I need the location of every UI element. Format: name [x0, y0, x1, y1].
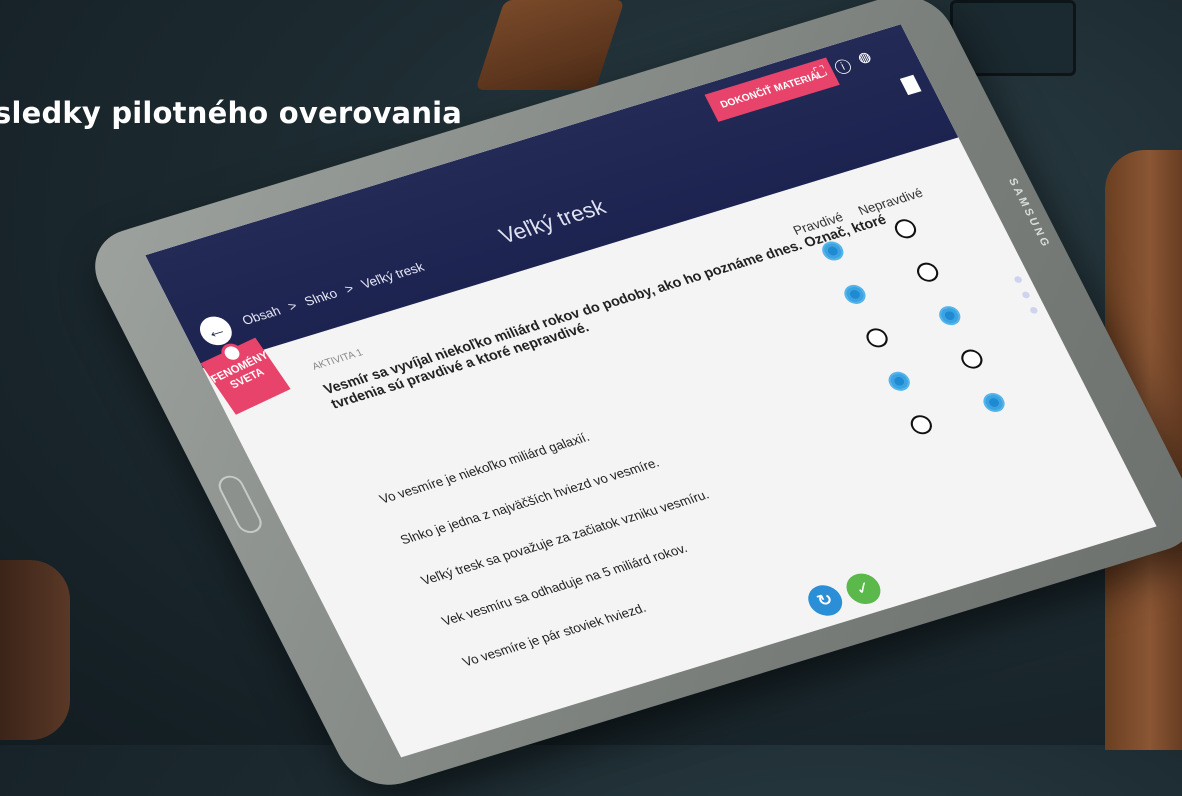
- reset-button[interactable]: ↻: [802, 581, 848, 620]
- tablet-screen: DOKONČIŤ MATERIÁL ⛶ⓘ◍ ← Obsah > Slnko > …: [145, 24, 1157, 758]
- breadcrumb-item[interactable]: Slnko: [302, 286, 340, 309]
- radio-false-4[interactable]: [957, 347, 987, 372]
- breadcrumb-sep: >: [342, 280, 357, 297]
- statement-2: Slnko je jedna z najväčších hviezd vo ve…: [397, 455, 662, 548]
- refresh-icon: ↻: [813, 589, 837, 612]
- page-title: Veľký tresk: [494, 194, 610, 249]
- radio-false-5[interactable]: [979, 390, 1009, 415]
- breadcrumb-sep: >: [285, 298, 300, 314]
- radio-true-3[interactable]: [862, 325, 892, 350]
- breadcrumb-item: Veľký tresk: [358, 259, 427, 292]
- page-dots: [1013, 275, 1043, 323]
- bag-leather-corner: [0, 560, 70, 740]
- radio-false-2[interactable]: [913, 260, 942, 285]
- radio-false-3[interactable]: [935, 303, 964, 328]
- radio-true-5[interactable]: [907, 412, 936, 437]
- radio-true-4[interactable]: [885, 369, 914, 394]
- breadcrumb-item[interactable]: Obsah: [239, 303, 283, 328]
- home-key[interactable]: [214, 472, 266, 536]
- statement-4: Vek vesmíru sa odhaduje na 5 miliárd rok…: [439, 540, 690, 629]
- bag-leather-patch: [475, 0, 625, 90]
- toolbar-icons: ⛶ⓘ◍: [812, 46, 885, 81]
- brand-label: SAMSUNG: [1005, 176, 1053, 251]
- check-icon: ✓: [852, 577, 875, 600]
- check-button[interactable]: ✓: [840, 569, 887, 608]
- radio-true-2[interactable]: [840, 282, 870, 307]
- bookmark-icon[interactable]: [899, 74, 922, 96]
- page-headline: sledky pilotného overovania: [0, 96, 463, 130]
- activity-label: AKTIVITA 1: [310, 347, 365, 373]
- page-dot[interactable]: [1028, 306, 1039, 315]
- page-dot[interactable]: [1013, 275, 1024, 284]
- statement-3: Veľký tresk sa považuje za začiatok vzni…: [418, 486, 712, 588]
- page-dot[interactable]: [1021, 290, 1031, 300]
